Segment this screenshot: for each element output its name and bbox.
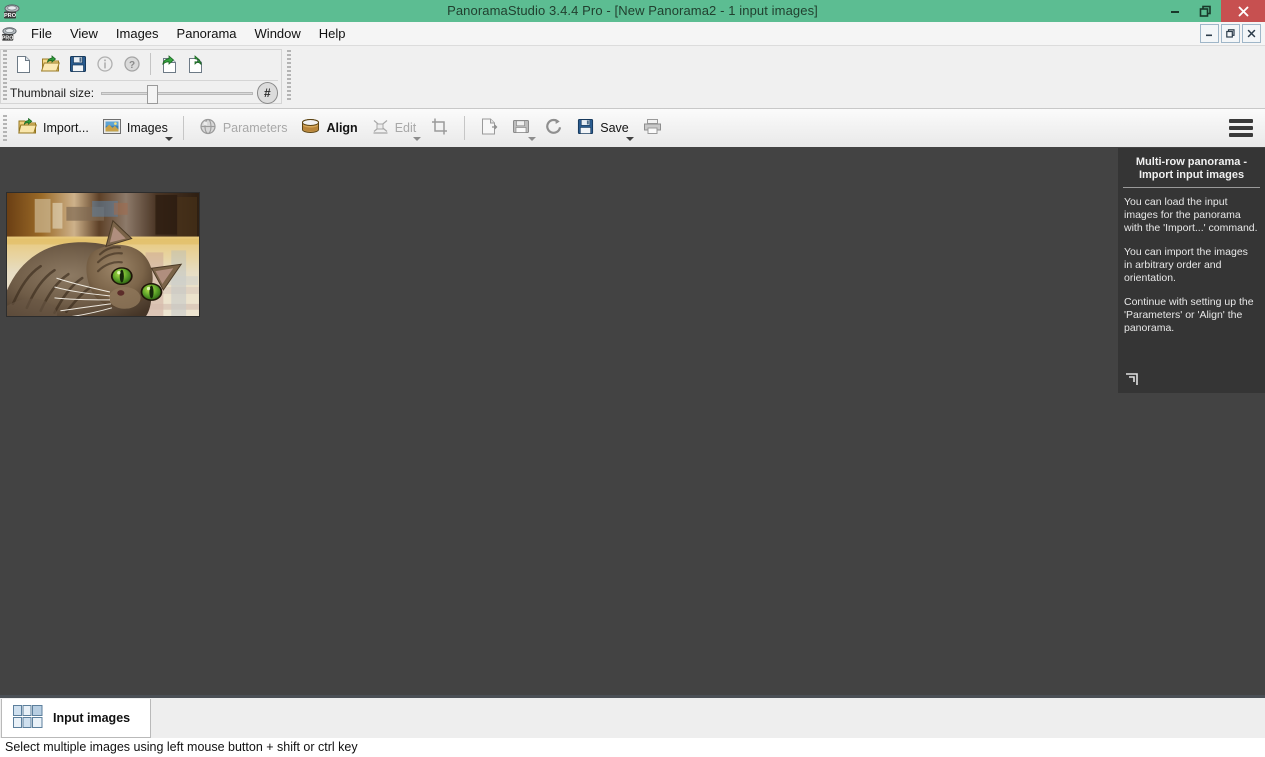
minimize-button[interactable]: [1159, 0, 1190, 22]
ribbon-label-import: Import...: [43, 121, 89, 135]
resize-handle-icon[interactable]: [1125, 373, 1138, 386]
ribbon-label-parameters: Parameters: [222, 121, 288, 135]
ribbon-grip[interactable]: [3, 115, 7, 141]
help-panel-title: Multi-row panorama - Import input images: [1123, 148, 1260, 188]
export-green-arrow-icon[interactable]: [183, 51, 210, 77]
toolbar-grip-right[interactable]: [287, 50, 291, 102]
ribbon-items: Import... Images Parameters Align Edit S…: [11, 109, 669, 147]
menu-item-window[interactable]: Window: [246, 22, 310, 45]
floppy-save-icon[interactable]: [64, 51, 91, 77]
toolbar-grip-left[interactable]: [3, 50, 7, 102]
help-title-line-1: Multi-row panorama -: [1135, 156, 1248, 168]
menu-item-help[interactable]: Help: [310, 22, 355, 45]
slider-thumb[interactable]: [147, 85, 159, 104]
application-window: PRO PanoramaStudio 3.4.4 Pro - [New Pano…: [0, 0, 1265, 757]
menu-item-view[interactable]: View: [61, 22, 107, 45]
edit-pen-icon: [372, 119, 389, 138]
ribbon-button-images[interactable]: Images: [96, 114, 175, 142]
ribbon-label-images: Images: [126, 121, 168, 135]
window-title: PanoramaStudio 3.4.4 Pro - [New Panorama…: [447, 3, 818, 18]
menu-bar: PRO File View Images Panorama Window Hel…: [0, 22, 1265, 46]
new-document-icon[interactable]: [10, 51, 37, 77]
mdi-close-button[interactable]: [1242, 24, 1261, 43]
question-help-icon: ?: [118, 51, 145, 77]
help-paragraph-1: You can load the input images for the pa…: [1124, 196, 1258, 234]
slider-track: [101, 92, 254, 95]
svg-text:?: ?: [128, 60, 134, 71]
info-icon: [91, 51, 118, 77]
ribbon-button-export-page: [473, 114, 505, 142]
status-bar: Select multiple images using left mouse …: [0, 738, 1265, 757]
parameters-sphere-icon: [199, 118, 217, 138]
import-green-arrow-icon[interactable]: [156, 51, 183, 77]
toolbar-button-row: ?: [10, 49, 210, 79]
menu-items: File View Images Panorama Window Help: [22, 22, 355, 45]
ribbon-button-publish: [538, 114, 570, 142]
ribbon-separator-2: [464, 116, 466, 140]
ribbon-button-align[interactable]: Align: [294, 114, 364, 142]
thumbnail-size-label: Thumbnail size:: [10, 86, 95, 100]
open-folder-icon[interactable]: [37, 51, 64, 77]
import-folder-icon: [18, 117, 37, 138]
publish-swirl-icon: [545, 118, 563, 138]
window-controls: [1159, 0, 1265, 22]
ribbon-label-align: Align: [326, 121, 358, 135]
ribbon-button-print: [636, 114, 669, 142]
ribbon-button-parameters: Parameters: [192, 114, 295, 142]
crop-icon: [430, 118, 449, 138]
images-picture-icon: [102, 118, 121, 138]
export-page-icon: [480, 118, 498, 138]
document-icon[interactable]: PRO: [1, 25, 18, 42]
mdi-restore-button[interactable]: [1221, 24, 1240, 43]
thumbnail-count-button[interactable]: #: [256, 82, 278, 104]
tab-input-images[interactable]: Input images: [1, 699, 151, 738]
help-paragraph-2: You can import the images in arbitrary o…: [1124, 246, 1248, 284]
input-image-thumbnail[interactable]: [6, 192, 200, 317]
ribbon-button-save-image: [505, 114, 538, 142]
tab-label-input-images: Input images: [53, 711, 131, 725]
help-title-line-2: Import input images: [1138, 169, 1245, 181]
menu-item-images[interactable]: Images: [107, 22, 168, 45]
title-bar: PRO PanoramaStudio 3.4.4 Pro - [New Pano…: [0, 0, 1265, 23]
hamburger-menu-icon[interactable]: [1229, 119, 1253, 137]
ribbon-button-save[interactable]: Save: [570, 114, 636, 142]
chevron-down-icon-edit[interactable]: [413, 137, 422, 141]
ribbon-button-crop: [423, 114, 456, 142]
toolbar-separator-1: [150, 53, 151, 75]
chevron-down-icon[interactable]: [164, 137, 173, 141]
menu-item-panorama[interactable]: Panorama: [168, 22, 246, 45]
command-ribbon: Import... Images Parameters Align Edit S…: [0, 109, 1265, 148]
thumbnail-size-row: Thumbnail size: #: [10, 80, 278, 105]
printer-icon: [643, 118, 662, 138]
workspace-canvas[interactable]: [0, 147, 1265, 695]
mdi-window-controls: [1200, 24, 1261, 43]
thumbnail-size-slider[interactable]: [101, 83, 254, 104]
ribbon-label-save: Save: [600, 121, 629, 135]
help-panel-body: You can load the input images for the pa…: [1118, 188, 1265, 335]
menu-item-file[interactable]: File: [22, 22, 61, 45]
ribbon-button-edit: Edit: [365, 114, 424, 142]
ribbon-button-import[interactable]: Import...: [11, 114, 96, 142]
save-image-icon: [512, 118, 531, 138]
align-cylinder-icon: [301, 118, 320, 138]
chevron-down-icon-save-image[interactable]: [528, 137, 537, 141]
help-panel: Multi-row panorama - Import input images…: [1118, 148, 1265, 393]
cat-photo: [7, 193, 199, 316]
ribbon-separator-1: [182, 116, 184, 140]
status-bar-text: Select multiple images using left mouse …: [5, 740, 358, 754]
mdi-minimize-button[interactable]: [1200, 24, 1219, 43]
restore-button[interactable]: [1190, 0, 1221, 22]
floppy-save-ribbon-icon: [577, 118, 594, 138]
ribbon-label-edit: Edit: [394, 121, 417, 135]
close-button[interactable]: [1221, 0, 1265, 22]
svg-text:PRO: PRO: [2, 35, 13, 41]
bottom-tab-strip: Input images: [0, 695, 1265, 741]
chevron-down-icon-save[interactable]: [625, 137, 634, 141]
help-paragraph-3: Continue with setting up the 'Parameters…: [1124, 296, 1254, 334]
grid-tiles-icon: [13, 704, 43, 732]
upper-toolbar: ? Thumbnail size: #: [0, 46, 1265, 109]
